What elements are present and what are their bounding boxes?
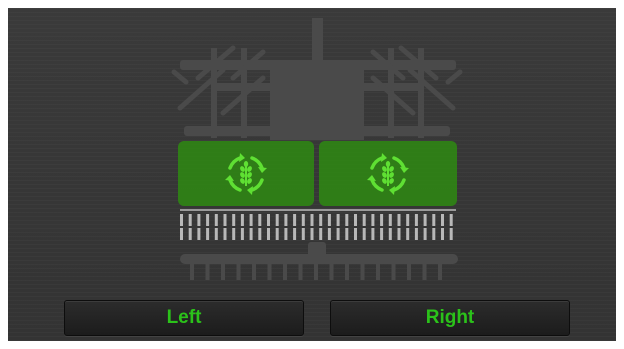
row-unit-tick bbox=[232, 214, 236, 226]
row-unit-tick bbox=[327, 214, 331, 226]
row-unit-tick bbox=[258, 228, 262, 240]
shank bbox=[438, 262, 442, 280]
shank bbox=[345, 262, 349, 280]
shank bbox=[376, 262, 380, 280]
row-unit-tick bbox=[388, 228, 392, 240]
row-unit-tick bbox=[275, 214, 279, 226]
planter-display-panel: Left Right bbox=[8, 8, 616, 341]
row-unit-tick bbox=[180, 228, 183, 240]
row-unit-tick bbox=[406, 228, 410, 240]
section-right[interactable] bbox=[319, 141, 457, 206]
seed-rate-cycle-icon bbox=[367, 152, 409, 195]
row-unit-tick bbox=[319, 214, 323, 226]
row-unit-tick bbox=[188, 214, 192, 226]
row-unit-tick bbox=[388, 214, 392, 226]
row-unit-tick bbox=[354, 214, 357, 226]
shank bbox=[298, 262, 303, 280]
right-section-button[interactable]: Right bbox=[330, 300, 570, 336]
row-unit-tick bbox=[432, 228, 436, 240]
shank bbox=[267, 262, 272, 280]
shank bbox=[422, 262, 427, 280]
row-unit-tick bbox=[275, 228, 279, 240]
row-unit-tick bbox=[301, 228, 305, 240]
row-unit-tick bbox=[293, 214, 297, 226]
section-left[interactable] bbox=[178, 141, 314, 206]
shank bbox=[360, 262, 365, 280]
row-unit-tick bbox=[232, 228, 236, 240]
shank bbox=[221, 262, 225, 280]
row-unit-tick bbox=[441, 214, 444, 226]
row-unit-tick bbox=[432, 214, 436, 226]
row-unit-tick bbox=[362, 214, 366, 226]
seed-rate-cycle-icon bbox=[225, 152, 267, 195]
row-unit-tick bbox=[197, 214, 201, 226]
row-unit-tick bbox=[380, 228, 384, 240]
shank bbox=[205, 262, 210, 280]
row-unit-tick bbox=[206, 214, 210, 226]
row-unit-tick bbox=[284, 214, 288, 226]
row-unit-tick bbox=[345, 228, 349, 240]
row-unit-tick bbox=[267, 214, 270, 226]
row-unit-tick bbox=[284, 228, 288, 240]
row-unit-tick bbox=[301, 214, 305, 226]
row-unit-tick bbox=[423, 228, 427, 240]
row-unit-tick bbox=[197, 228, 201, 240]
row-unit-tick bbox=[206, 228, 210, 240]
row-unit-tick bbox=[214, 214, 218, 226]
row-unit-tick bbox=[327, 228, 331, 240]
row-unit-tick bbox=[336, 214, 340, 226]
row-unit-tick bbox=[223, 214, 227, 226]
row-unit-tick bbox=[240, 228, 244, 240]
row-unit-tick bbox=[449, 228, 453, 240]
row-unit-tick bbox=[362, 228, 366, 240]
shank bbox=[329, 262, 334, 280]
row-unit-tick bbox=[258, 214, 262, 226]
row-unit-tick bbox=[397, 228, 401, 240]
row-unit-tick bbox=[310, 228, 314, 240]
row-unit-tick bbox=[354, 228, 357, 240]
row-unit-tick bbox=[293, 228, 297, 240]
row-unit-tick bbox=[414, 214, 418, 226]
row-unit-tick bbox=[310, 214, 314, 226]
row-unit-tick bbox=[188, 228, 192, 240]
row-unit-tick bbox=[423, 214, 427, 226]
row-unit-tick bbox=[397, 214, 401, 226]
row-unit-tick bbox=[406, 214, 410, 226]
row-unit-tick bbox=[380, 214, 384, 226]
row-unit-tick bbox=[214, 228, 218, 240]
row-unit-tick bbox=[449, 214, 453, 226]
row-unit-tick bbox=[319, 228, 323, 240]
shank bbox=[252, 262, 256, 280]
row-unit-tick bbox=[345, 214, 349, 226]
row-unit-tick bbox=[240, 214, 244, 226]
row-unit-tick bbox=[441, 228, 444, 240]
shank bbox=[236, 262, 241, 280]
row-unit-tick bbox=[336, 228, 340, 240]
row-unit-tick bbox=[414, 228, 418, 240]
shank bbox=[283, 262, 287, 280]
shank bbox=[407, 262, 411, 280]
row-unit-tick bbox=[249, 214, 253, 226]
row-unit-tick bbox=[180, 214, 183, 226]
left-section-button[interactable]: Left bbox=[64, 300, 304, 336]
row-unit-tick bbox=[371, 214, 375, 226]
shank bbox=[314, 262, 318, 280]
shank bbox=[391, 262, 396, 280]
row-unit-tick bbox=[267, 228, 270, 240]
row-unit-tick bbox=[249, 228, 253, 240]
shank bbox=[190, 262, 194, 280]
row-unit-tick bbox=[371, 228, 375, 240]
row-unit-tick bbox=[223, 228, 227, 240]
